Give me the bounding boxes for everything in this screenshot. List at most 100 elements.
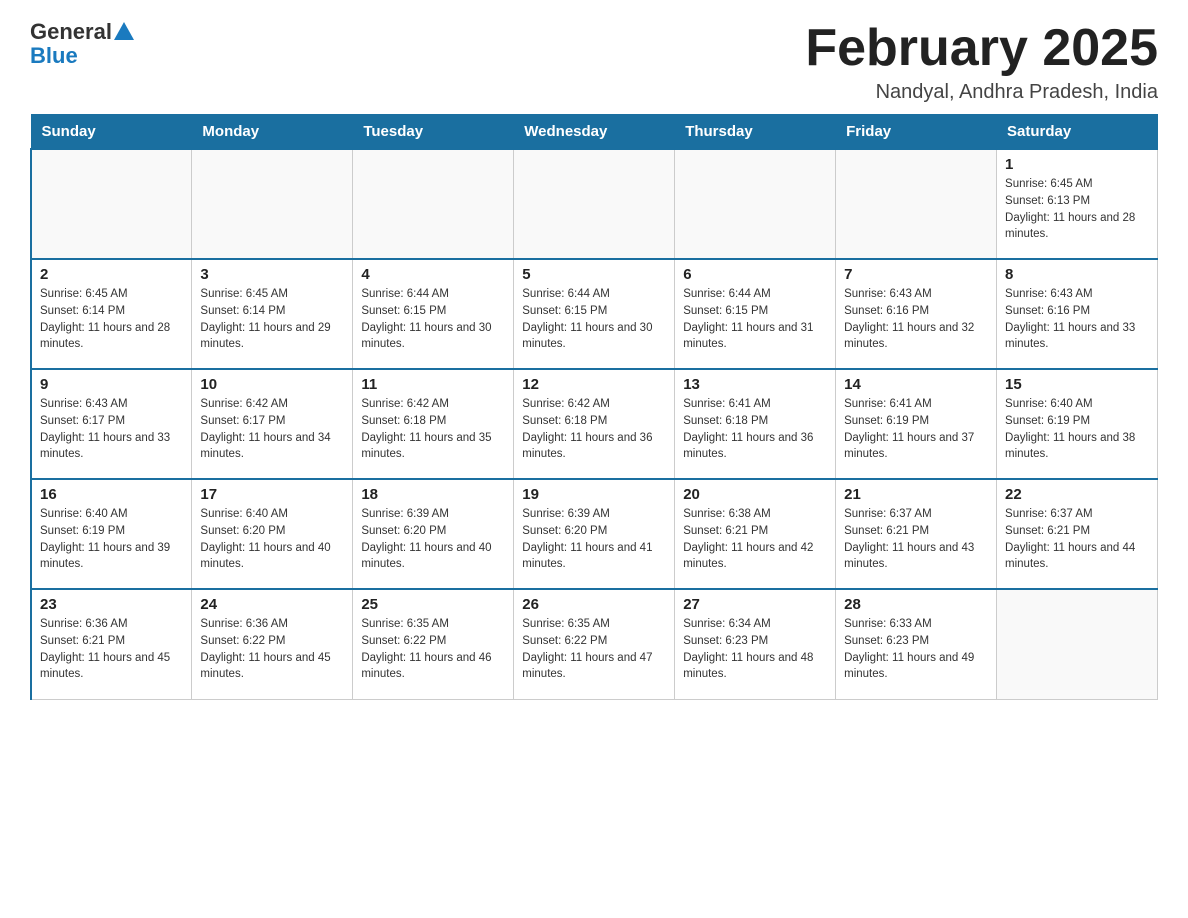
calendar-cell xyxy=(514,149,675,259)
day-number: 9 xyxy=(40,376,183,393)
day-number: 28 xyxy=(844,596,988,613)
calendar-cell: 13 Sunrise: 6:41 AMSunset: 6:18 PMDayligh… xyxy=(675,369,836,479)
calendar-cell: 24 Sunrise: 6:36 AMSunset: 6:22 PMDayligh… xyxy=(192,589,353,699)
day-number: 24 xyxy=(200,596,344,613)
day-info: Sunrise: 6:37 AMSunset: 6:21 PMDaylight:… xyxy=(1005,506,1149,573)
calendar-cell xyxy=(31,149,192,259)
calendar-cell: 3Sunrise: 6:45 AMSunset: 6:14 PMDaylight… xyxy=(192,259,353,369)
day-number: 11 xyxy=(361,376,505,393)
day-number: 15 xyxy=(1005,376,1149,393)
calendar-cell: 15 Sunrise: 6:40 AMSunset: 6:19 PMDayligh… xyxy=(997,369,1158,479)
day-number: 8 xyxy=(1005,266,1149,283)
day-info: Sunrise: 6:38 AMSunset: 6:21 PMDaylight:… xyxy=(683,506,827,573)
logo-blue-text: Blue xyxy=(30,43,78,68)
calendar-cell: 9 Sunrise: 6:43 AMSunset: 6:17 PMDaylight… xyxy=(31,369,192,479)
calendar-cell: 12 Sunrise: 6:42 AMSunset: 6:18 PMDayligh… xyxy=(514,369,675,479)
day-number: 6 xyxy=(683,266,827,283)
day-number: 25 xyxy=(361,596,505,613)
day-number: 10 xyxy=(200,376,344,393)
logo: General Blue xyxy=(30,20,134,68)
day-info: Sunrise: 6:36 AMSunset: 6:21 PMDaylight:… xyxy=(40,616,183,683)
day-number: 27 xyxy=(683,596,827,613)
day-number: 5 xyxy=(522,266,666,283)
calendar-week-row: 9 Sunrise: 6:43 AMSunset: 6:17 PMDaylight… xyxy=(31,369,1158,479)
calendar-cell: 21 Sunrise: 6:37 AMSunset: 6:21 PMDayligh… xyxy=(836,479,997,589)
day-info: Sunrise: 6:41 AMSunset: 6:19 PMDaylight:… xyxy=(844,396,988,463)
day-info: Sunrise: 6:34 AMSunset: 6:23 PMDaylight:… xyxy=(683,616,827,683)
calendar-cell: 23 Sunrise: 6:36 AMSunset: 6:21 PMDayligh… xyxy=(31,589,192,699)
calendar-cell: 7 Sunrise: 6:43 AMSunset: 6:16 PMDaylight… xyxy=(836,259,997,369)
weekday-header-tuesday: Tuesday xyxy=(353,115,514,150)
calendar-cell: 22 Sunrise: 6:37 AMSunset: 6:21 PMDayligh… xyxy=(997,479,1158,589)
weekday-header-wednesday: Wednesday xyxy=(514,115,675,150)
calendar-cell: 6 Sunrise: 6:44 AMSunset: 6:15 PMDaylight… xyxy=(675,259,836,369)
day-info: Sunrise: 6:39 AMSunset: 6:20 PMDaylight:… xyxy=(522,506,666,573)
day-info: Sunrise: 6:42 AMSunset: 6:18 PMDaylight:… xyxy=(361,396,505,463)
calendar-cell xyxy=(997,589,1158,699)
day-info: Sunrise: 6:42 AMSunset: 6:17 PMDaylight:… xyxy=(200,396,344,463)
calendar-week-row: 1 Sunrise: 6:45 AMSunset: 6:13 PMDaylight… xyxy=(31,149,1158,259)
day-info: Sunrise: 6:43 AMSunset: 6:16 PMDaylight:… xyxy=(844,286,988,353)
calendar-cell: 28 Sunrise: 6:33 AMSunset: 6:23 PMDayligh… xyxy=(836,589,997,699)
calendar-week-row: 2 Sunrise: 6:45 AMSunset: 6:14 PMDaylight… xyxy=(31,259,1158,369)
calendar-cell: 11 Sunrise: 6:42 AMSunset: 6:18 PMDayligh… xyxy=(353,369,514,479)
day-info: Sunrise: 6:33 AMSunset: 6:23 PMDaylight:… xyxy=(844,616,988,683)
day-number: 12 xyxy=(522,376,666,393)
calendar-subtitle: Nandyal, Andhra Pradesh, India xyxy=(805,81,1158,104)
weekday-header-sunday: Sunday xyxy=(31,115,192,150)
calendar-cell: 17Sunrise: 6:40 AMSunset: 6:20 PMDayligh… xyxy=(192,479,353,589)
day-info: Sunrise: 6:35 AMSunset: 6:22 PMDaylight:… xyxy=(522,616,666,683)
calendar-cell: 2Sunrise: 6:45 AMSunset: 6:14 PMDaylight… xyxy=(31,259,192,369)
day-info: Sunrise: 6:40 AMSunset: 6:20 PMDaylight:… xyxy=(200,506,344,573)
day-number: 4 xyxy=(361,266,505,283)
day-info: Sunrise: 6:45 AMSunset: 6:14 PMDaylight:… xyxy=(200,286,344,353)
day-number: 7 xyxy=(844,266,988,283)
calendar-cell: 10 Sunrise: 6:42 AMSunset: 6:17 PMDayligh… xyxy=(192,369,353,479)
calendar-week-row: 23 Sunrise: 6:36 AMSunset: 6:21 PMDayligh… xyxy=(31,589,1158,699)
day-info: Sunrise: 6:43 AMSunset: 6:16 PMDaylight:… xyxy=(1005,286,1149,353)
calendar-cell xyxy=(675,149,836,259)
day-info: Sunrise: 6:45 AMSunset: 6:13 PMDaylight:… xyxy=(1005,176,1149,243)
calendar-cell: 4 Sunrise: 6:44 AMSunset: 6:15 PMDaylight… xyxy=(353,259,514,369)
day-info: Sunrise: 6:43 AMSunset: 6:17 PMDaylight:… xyxy=(40,396,183,463)
day-number: 21 xyxy=(844,486,988,503)
weekday-header-thursday: Thursday xyxy=(675,115,836,150)
calendar-cell xyxy=(192,149,353,259)
day-info: Sunrise: 6:41 AMSunset: 6:18 PMDaylight:… xyxy=(683,396,827,463)
day-info: Sunrise: 6:37 AMSunset: 6:21 PMDaylight:… xyxy=(844,506,988,573)
day-info: Sunrise: 6:40 AMSunset: 6:19 PMDaylight:… xyxy=(1005,396,1149,463)
day-number: 2 xyxy=(40,266,183,283)
calendar-week-row: 16 Sunrise: 6:40 AMSunset: 6:19 PMDayligh… xyxy=(31,479,1158,589)
calendar-cell xyxy=(836,149,997,259)
logo-general-text: General xyxy=(30,20,112,44)
day-number: 26 xyxy=(522,596,666,613)
calendar-cell: 20Sunrise: 6:38 AMSunset: 6:21 PMDayligh… xyxy=(675,479,836,589)
day-number: 13 xyxy=(683,376,827,393)
day-info: Sunrise: 6:42 AMSunset: 6:18 PMDaylight:… xyxy=(522,396,666,463)
calendar-cell: 1 Sunrise: 6:45 AMSunset: 6:13 PMDaylight… xyxy=(997,149,1158,259)
day-number: 22 xyxy=(1005,486,1149,503)
day-info: Sunrise: 6:35 AMSunset: 6:22 PMDaylight:… xyxy=(361,616,505,683)
day-info: Sunrise: 6:36 AMSunset: 6:22 PMDaylight:… xyxy=(200,616,344,683)
calendar-cell: 19 Sunrise: 6:39 AMSunset: 6:20 PMDayligh… xyxy=(514,479,675,589)
weekday-header-saturday: Saturday xyxy=(997,115,1158,150)
calendar-cell: 27 Sunrise: 6:34 AMSunset: 6:23 PMDayligh… xyxy=(675,589,836,699)
day-number: 14 xyxy=(844,376,988,393)
weekday-header-row: SundayMondayTuesdayWednesdayThursdayFrid… xyxy=(31,115,1158,150)
day-info: Sunrise: 6:44 AMSunset: 6:15 PMDaylight:… xyxy=(683,286,827,353)
weekday-header-friday: Friday xyxy=(836,115,997,150)
weekday-header-monday: Monday xyxy=(192,115,353,150)
logo-triangle-icon xyxy=(114,22,134,40)
day-number: 23 xyxy=(40,596,183,613)
calendar-cell: 26 Sunrise: 6:35 AMSunset: 6:22 PMDayligh… xyxy=(514,589,675,699)
day-info: Sunrise: 6:40 AMSunset: 6:19 PMDaylight:… xyxy=(40,506,183,573)
calendar-cell: 16 Sunrise: 6:40 AMSunset: 6:19 PMDayligh… xyxy=(31,479,192,589)
day-info: Sunrise: 6:44 AMSunset: 6:15 PMDaylight:… xyxy=(361,286,505,353)
calendar-cell: 18Sunrise: 6:39 AMSunset: 6:20 PMDayligh… xyxy=(353,479,514,589)
day-number: 19 xyxy=(522,486,666,503)
day-number: 1 xyxy=(1005,156,1149,173)
calendar-cell: 25 Sunrise: 6:35 AMSunset: 6:22 PMDayligh… xyxy=(353,589,514,699)
day-number: 16 xyxy=(40,486,183,503)
calendar-title: February 2025 xyxy=(805,20,1158,77)
calendar-cell: 8 Sunrise: 6:43 AMSunset: 6:16 PMDaylight… xyxy=(997,259,1158,369)
